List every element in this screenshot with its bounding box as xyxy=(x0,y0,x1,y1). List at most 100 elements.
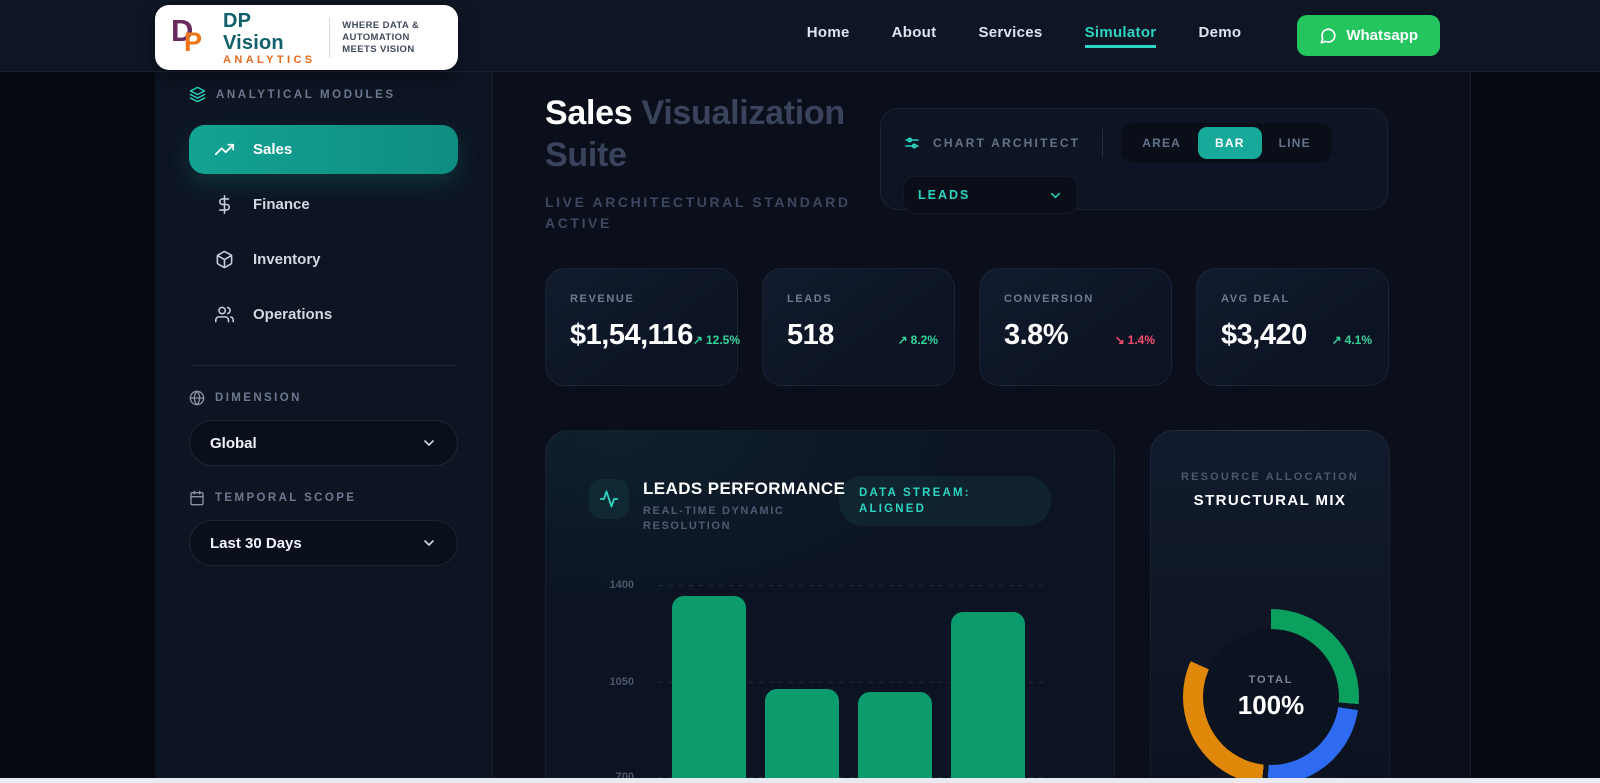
allocation-eyebrow: RESOURCE ALLOCATION xyxy=(1180,471,1360,483)
kpi-label: AVG DEAL xyxy=(1221,293,1290,305)
kpi-delta: ↘ 1.4% xyxy=(1115,333,1155,347)
donut-chart: TOTAL 100% xyxy=(1183,609,1359,783)
brand-tagline: WHERE DATA & AUTOMATION MEETS VISION xyxy=(342,20,442,56)
kpi-label: LEADS xyxy=(787,293,833,305)
brand-name-block: DP Vision ANALYTICS xyxy=(223,10,316,66)
dimension-select[interactable]: Global xyxy=(189,420,458,466)
kpi-card-leads: LEADS 518 ↗ 8.2% xyxy=(762,268,955,386)
viewport-bottom-strip xyxy=(0,778,1600,783)
sidebar-item-inventory[interactable]: Inventory xyxy=(189,235,458,284)
nav-link-home[interactable]: Home xyxy=(807,24,850,48)
temporal-header-label: TEMPORAL SCOPE xyxy=(215,492,357,504)
chart-architect-label: CHART ARCHITECT xyxy=(933,136,1081,150)
temporal-select[interactable]: Last 30 Days xyxy=(189,520,458,566)
main-content: Sales Visualization Suite LIVE ARCHITECT… xyxy=(493,72,1470,783)
bar xyxy=(672,595,746,783)
sidebar-item-label: Operations xyxy=(253,306,333,323)
sidebar-item-label: Sales xyxy=(253,141,293,158)
sidebar: ANALYTICAL MODULES Sales Finance Invento… xyxy=(155,72,493,783)
chart-architect-panel: CHART ARCHITECT AREA BAR LINE LEADS xyxy=(880,108,1388,214)
donut-center-value: 100% xyxy=(1237,689,1305,720)
trending-up-icon xyxy=(215,143,234,156)
kpi-value: $1,54,116 xyxy=(570,319,693,351)
resource-allocation-card: RESOURCE ALLOCATION STRUCTURAL MIX TOTAL… xyxy=(1150,430,1390,783)
brand-subname: ANALYTICS xyxy=(223,53,316,66)
chart-card-titles: LEADS PERFORMANCE REAL-TIME DYNAMIC RESO… xyxy=(643,479,845,534)
sliders-icon xyxy=(905,137,919,149)
chart-architect-row: CHART ARCHITECT AREA BAR LINE xyxy=(903,123,1371,163)
gridline xyxy=(659,585,1043,586)
page-title-accent: Sales xyxy=(545,94,633,132)
mode-button-bar[interactable]: BAR xyxy=(1198,127,1262,159)
dimension-header-label: DIMENSION xyxy=(215,392,302,404)
kpi-row: REVENUE $1,54,116 ↗ 12.5% LEADS 518 ↗ 8.2%… xyxy=(545,268,1389,386)
kpi-delta-value: 4.1% xyxy=(1344,333,1372,347)
modules-header-label: ANALYTICAL MODULES xyxy=(216,88,396,101)
sidebar-divider xyxy=(191,365,456,366)
kpi-value: 518 xyxy=(787,319,834,351)
whatsapp-button[interactable]: Whatsapp xyxy=(1297,15,1440,56)
kpi-card-conversion: CONVERSION 3.8% ↘ 1.4% xyxy=(979,268,1172,386)
layers-icon xyxy=(189,86,206,103)
temporal-value: Last 30 Days xyxy=(210,534,302,552)
tagline-line-2: MEETS VISION xyxy=(342,43,415,55)
sidebar-item-label: Inventory xyxy=(253,251,321,268)
trend-arrow-icon: ↗ xyxy=(897,333,908,347)
trend-arrow-icon: ↗ xyxy=(692,333,703,347)
sidebar-item-label: Finance xyxy=(253,196,310,213)
page-title-block: Sales Visualization Suite LIVE ARCHITECT… xyxy=(545,92,848,234)
monogram-p: P xyxy=(184,26,203,57)
content-edge-rule xyxy=(1470,72,1471,783)
metric-value: LEADS xyxy=(918,188,971,202)
kpi-label: CONVERSION xyxy=(1004,293,1094,305)
chart-card-header: LEADS PERFORMANCE REAL-TIME DYNAMIC RESO… xyxy=(589,479,845,534)
kpi-value: 3.8% xyxy=(1004,319,1069,351)
donut-center-label: TOTAL xyxy=(1248,673,1294,686)
sidebar-item-sales[interactable]: Sales xyxy=(189,125,458,174)
leads-performance-card: LEADS PERFORMANCE REAL-TIME DYNAMIC RESO… xyxy=(545,430,1115,783)
chevron-down-icon xyxy=(1050,192,1061,198)
metric-select[interactable]: LEADS xyxy=(903,176,1078,214)
nav-link-demo[interactable]: Demo xyxy=(1198,24,1241,48)
dollar-icon xyxy=(218,195,230,214)
allocation-title: STRUCTURAL MIX xyxy=(1193,492,1347,509)
module-list: Sales Finance Inventory Operations xyxy=(189,125,458,339)
architect-divider xyxy=(1102,129,1104,157)
box-icon xyxy=(216,250,233,269)
bar xyxy=(951,612,1025,783)
temporal-header: TEMPORAL SCOPE xyxy=(189,490,458,506)
brand-name: DP Vision xyxy=(223,9,284,54)
donut-center: TOTAL 100% xyxy=(1203,629,1339,765)
modules-header: ANALYTICAL MODULES xyxy=(189,86,458,103)
kpi-delta: ↗ 8.2% xyxy=(898,333,938,347)
chart-subtitle: REAL-TIME DYNAMIC RESOLUTION xyxy=(643,505,785,532)
nav-link-about[interactable]: About xyxy=(892,24,937,48)
brand-logo[interactable]: D P DP Vision ANALYTICS WHERE DATA & AUT… xyxy=(155,5,458,70)
kpi-delta-value: 8.2% xyxy=(910,333,938,347)
users-icon xyxy=(215,306,234,323)
sidebar-item-operations[interactable]: Operations xyxy=(189,290,458,339)
simulator-page: Home About Services Simulator Demo Whats… xyxy=(0,0,1600,783)
page-subtitle: LIVE ARCHITECTURAL STANDARD ACTIVE xyxy=(545,194,851,231)
mode-button-area[interactable]: AREA xyxy=(1125,127,1198,159)
kpi-delta-value: 12.5% xyxy=(705,333,741,347)
y-axis-tick: 1050 xyxy=(609,676,634,688)
data-stream-badge: DATA STREAM: ALIGNED xyxy=(839,476,1051,526)
kpi-delta: ↗ 12.5% xyxy=(693,333,740,347)
page-title: Sales Visualization Suite xyxy=(545,92,845,176)
y-axis-tick: 1400 xyxy=(609,579,634,591)
globe-icon xyxy=(189,390,205,406)
bar xyxy=(765,689,839,783)
chevron-down-icon xyxy=(424,440,434,446)
sidebar-item-finance[interactable]: Finance xyxy=(189,180,458,229)
chart-mode-toggle: AREA BAR LINE xyxy=(1121,123,1332,163)
nav-link-services[interactable]: Services xyxy=(978,24,1042,48)
mode-button-line[interactable]: LINE xyxy=(1262,127,1328,159)
calendar-icon xyxy=(190,490,204,506)
nav-link-simulator[interactable]: Simulator xyxy=(1084,24,1157,48)
bar xyxy=(858,691,932,783)
kpi-value: $3,420 xyxy=(1221,319,1307,351)
tagline-line-1: WHERE DATA & AUTOMATION xyxy=(342,19,420,43)
trend-arrow-icon: ↗ xyxy=(1331,333,1342,347)
dimension-header: DIMENSION xyxy=(189,390,458,406)
